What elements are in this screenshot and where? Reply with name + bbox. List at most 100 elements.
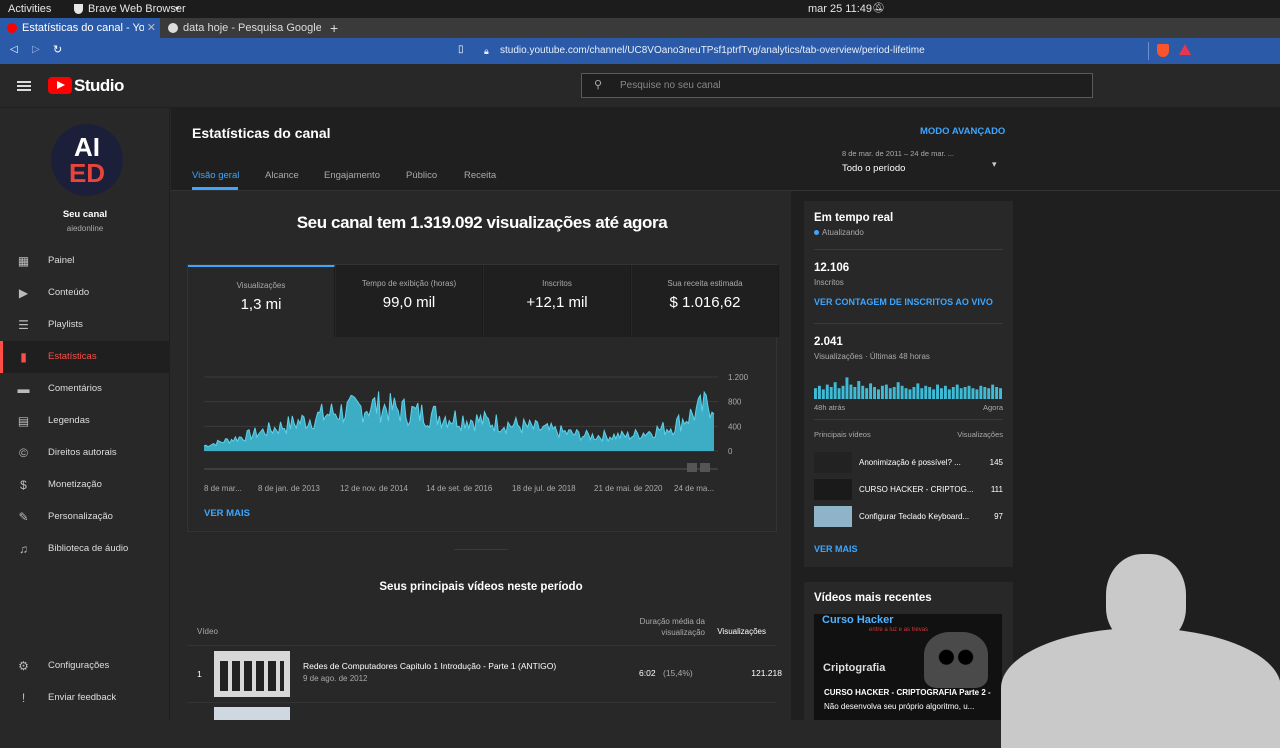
- x-tick-label: 8 de jan. de 2013: [258, 484, 320, 493]
- address-bar[interactable]: 🔒︎ studio.youtube.com/channel/UC8VOano3n…: [476, 42, 1152, 60]
- realtime-see-more-link[interactable]: VER MAIS: [814, 544, 858, 554]
- video-thumbnail[interactable]: [214, 651, 290, 697]
- playlists-icon: ☰: [18, 318, 29, 332]
- gear-icon: ⚙: [18, 659, 29, 673]
- metric-tile[interactable]: Tempo de exibição (horas) 99,0 mil: [336, 265, 483, 337]
- advanced-mode-button[interactable]: MODO AVANÇADO: [920, 126, 1005, 137]
- realtime-bar: [825, 384, 829, 399]
- bookmark-icon[interactable]: ▯: [458, 44, 464, 55]
- tab-revenue[interactable]: Receita: [464, 170, 496, 181]
- realtime-video-row[interactable]: Anonimização é possível? ... 145: [814, 452, 1003, 474]
- reload-icon[interactable]: ↻: [53, 43, 62, 56]
- sidebar-item-subtitles[interactable]: ▤ Legendas: [0, 405, 170, 437]
- back-icon[interactable]: ◁: [10, 44, 18, 55]
- realtime-bar: [979, 385, 983, 399]
- realtime-video-title: CURSO HACKER - CRIPTOG...: [859, 485, 974, 494]
- sidebar-item-playlists[interactable]: ☰ Playlists: [0, 309, 170, 341]
- metric-tile[interactable]: Visualizações 1,3 mi: [188, 265, 335, 337]
- browser-tab-active[interactable]: Estatísticas do canal - You ✕: [0, 18, 160, 38]
- sidebar-item-analytics[interactable]: ▮ Estatísticas: [0, 341, 170, 373]
- realtime-video-row[interactable]: Configurar Teclado Keyboard... 97: [814, 506, 1003, 528]
- table-divider: [187, 645, 777, 646]
- realtime-bar: [955, 384, 959, 399]
- realtime-video-title: Configurar Teclado Keyboard...: [859, 512, 970, 521]
- see-more-link[interactable]: VER MAIS: [204, 508, 250, 519]
- forward-icon[interactable]: ▷: [32, 44, 40, 55]
- new-tab-button[interactable]: +: [322, 18, 346, 38]
- realtime-bar: [932, 389, 936, 399]
- sidebar-item-copyright[interactable]: © Direitos autorais: [0, 437, 170, 469]
- video-title-link[interactable]: Redes de Computadores Capitulo 1 Introdu…: [303, 661, 556, 671]
- subtitles-icon: ▤: [17, 414, 30, 428]
- tab-overview[interactable]: Visão geral: [192, 170, 239, 181]
- close-tab-icon[interactable]: ✕: [143, 18, 156, 38]
- realtime-bar: [947, 389, 951, 399]
- brave-rewards-icon[interactable]: [1179, 44, 1191, 55]
- latest-videos-title: Vídeos mais recentes: [814, 592, 932, 604]
- date-range-dropdown[interactable]: 8 de mar. de 2011 – 24 de mar. ... Todo …: [842, 149, 1002, 181]
- video-thumbnail[interactable]: [214, 707, 290, 720]
- realtime-views-value: 2.041: [814, 336, 843, 348]
- realtime-status: Atualizando: [822, 228, 864, 237]
- sidebar-item-comments[interactable]: ▬ Comentários: [0, 373, 170, 405]
- realtime-bar: [877, 389, 880, 399]
- search-input[interactable]: Pesquise no seu canal: [581, 73, 1093, 98]
- notifications-muted-icon: 🔕︎: [872, 3, 885, 14]
- realtime-bar: [884, 384, 888, 399]
- x-tick-label: 18 de jul. de 2018: [512, 484, 576, 493]
- realtime-bar: [900, 385, 904, 399]
- table-header-avg-duration-line1: Duração média da: [639, 617, 705, 626]
- latest-video-thumbnail[interactable]: Curso Hacker entre a luz e as trevas Cri…: [814, 614, 1002, 720]
- youtube-logo-icon[interactable]: [48, 77, 72, 94]
- realtime-bar: [814, 388, 817, 399]
- sidebar-item-content[interactable]: ▶ Conteúdo: [0, 277, 170, 309]
- skull-image: [924, 632, 988, 688]
- x-tick-label: 21 de mai. de 2020: [594, 484, 663, 493]
- sidebar-item-dashboard[interactable]: ▦ Painel: [0, 245, 170, 277]
- realtime-bar: [943, 385, 947, 399]
- table-header-video: Vídeo: [197, 627, 218, 636]
- table-divider: [187, 702, 777, 703]
- comments-icon: ▬: [17, 382, 30, 396]
- table-header-views[interactable]: Visualizações: [706, 627, 766, 636]
- sidebar-item-feedback[interactable]: ! Enviar feedback: [0, 682, 170, 714]
- realtime-views-col-label: Visualizações: [957, 430, 1003, 439]
- realtime-axis-left: 48h atrás: [814, 403, 846, 412]
- section-divider: [454, 549, 508, 550]
- live-subs-link[interactable]: VER CONTAGEM DE INSCRITOS AO VIVO: [814, 297, 993, 307]
- copyright-icon: ©: [19, 446, 28, 460]
- realtime-subs-label: Inscritos: [814, 278, 844, 287]
- realtime-subs-value: 12.106: [814, 262, 850, 274]
- realtime-axis-right: Agora: [982, 403, 1003, 412]
- activities-button[interactable]: Activities: [8, 3, 51, 15]
- realtime-video-views: 97: [994, 512, 1003, 521]
- realtime-bar: [888, 388, 892, 399]
- channel-avatar[interactable]: AI ED: [51, 124, 123, 196]
- sidebar-item-settings[interactable]: ⚙ Configurações: [0, 650, 170, 682]
- sidebar-item-audio-library[interactable]: ♫ Biblioteca de áudio: [0, 533, 170, 565]
- realtime-video-title: Anonimização é possível? ...: [859, 458, 961, 467]
- sidebar-item-brush[interactable]: ✎ Personalização: [0, 501, 170, 533]
- metric-tile[interactable]: Sua receita estimada $ 1.016,62: [632, 265, 779, 337]
- realtime-bar: [991, 384, 995, 399]
- tab-reach[interactable]: Alcance: [265, 170, 299, 181]
- menu-icon[interactable]: [17, 81, 31, 91]
- browser-tab[interactable]: data hoje - Pesquisa Google: [161, 18, 321, 38]
- sidebar-item-label: Biblioteca de áudio: [48, 543, 129, 554]
- realtime-bar: [940, 388, 943, 399]
- clock[interactable]: mar 25 11:49: [808, 3, 872, 15]
- channel-handle: aiedonline: [66, 224, 104, 233]
- realtime-video-row[interactable]: CURSO HACKER - CRIPTOG... 111: [814, 479, 1003, 501]
- studio-logo-text: Studio: [74, 76, 124, 95]
- tab-audience[interactable]: Público: [406, 170, 437, 181]
- tab-engagement[interactable]: Engajamento: [324, 170, 380, 181]
- realtime-bar: [829, 387, 833, 399]
- browser-app-menu[interactable]: Brave Web Browser: [88, 3, 186, 15]
- metric-tile[interactable]: Inscritos +12,1 mil: [484, 265, 631, 337]
- brave-shields-icon[interactable]: [1157, 44, 1169, 57]
- sidebar-item-dollar[interactable]: $ Monetização: [0, 469, 170, 501]
- sidebar-item-label: Monetização: [48, 479, 102, 490]
- latest-videos-card: Vídeos mais recentes Curso Hacker entre …: [804, 582, 1013, 720]
- realtime-bar: [995, 387, 999, 399]
- table-row[interactable]: 1 Redes de Computadores Capitulo 1 Intro…: [187, 647, 782, 701]
